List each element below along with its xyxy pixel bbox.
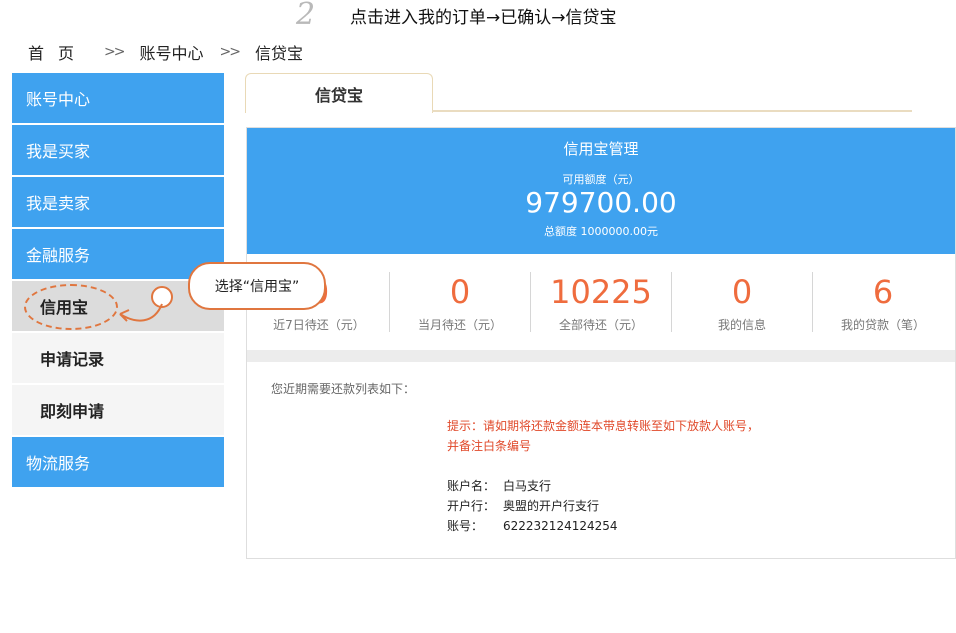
stat-value: 10225 [550, 273, 652, 311]
sidebar-item-account-center[interactable]: 账号中心 [12, 73, 224, 125]
tab-underline [432, 110, 912, 112]
account-name-value: 白马支行 [503, 479, 552, 493]
sidebar-item-buyer[interactable]: 我是买家 [12, 125, 224, 177]
sidebar-subitem-apply-now[interactable]: 即刻申请 [12, 385, 224, 437]
sidebar-item-label: 我是卖家 [26, 194, 91, 213]
sidebar-item-seller[interactable]: 我是卖家 [12, 177, 224, 229]
stat-label: 近7日待还（元） [273, 318, 365, 332]
stat-label: 全部待还（元） [558, 318, 643, 332]
step-instruction: 点击进入我的订单→已确认→信贷宝 [350, 7, 617, 28]
sidebar-item-label: 即刻申请 [40, 402, 105, 421]
pointer-arrow-icon [119, 303, 163, 322]
account-number-label: 账号： [447, 519, 484, 533]
stat-label: 当月待还（元） [417, 318, 502, 332]
stat-my-loans[interactable]: 6 我的贷款（笔） [813, 272, 953, 332]
breadcrumb-account-center[interactable]: 账号中心 [139, 40, 203, 64]
stat-value: 0 [731, 273, 753, 311]
bank-row: 开户行： 奥盟的开户行支行 [447, 496, 618, 516]
sidebar-item-label: 账号中心 [26, 90, 91, 109]
sidebar-subitem-application-records[interactable]: 申请记录 [12, 333, 224, 385]
breadcrumb-current: 信贷宝 [254, 44, 303, 63]
tab-credit[interactable]: 信贷宝 [245, 73, 433, 113]
account-details: 账户名： 白马支行 开户行： 奥盟的开户行支行 账号： 622232124124… [447, 476, 618, 536]
account-name-row: 账户名： 白马支行 [447, 476, 618, 496]
breadcrumb-home[interactable]: 首页 [28, 40, 88, 64]
stats-row: 0 近7日待还（元） 0 当月待还（元） 10225 全部待还（元） 0 我的信… [247, 254, 955, 350]
repayment-notice: 提示：请如期将还款金额连本带息转账至如下放款人账号， 并备注白条编号 [447, 416, 759, 456]
sidebar-item-label: 我是买家 [26, 142, 91, 161]
account-name-label: 账户名： [447, 479, 496, 493]
available-credit-amount: 979700.00 [525, 186, 677, 219]
sidebar-item-label: 申请记录 [40, 350, 105, 369]
stat-label: 我的贷款（笔） [840, 318, 925, 332]
total-credit: 总额度 1000000.00元 [544, 225, 658, 238]
credit-panel: 信用宝管理 可用额度（元） 979700.00 总额度 1000000.00元 … [246, 127, 956, 559]
tab-label: 信贷宝 [314, 85, 363, 105]
stat-month-due[interactable]: 0 当月待还（元） [390, 272, 531, 332]
stat-value: 6 [872, 273, 894, 311]
credit-banner: 信用宝管理 可用额度（元） 979700.00 总额度 1000000.00元 [247, 128, 955, 254]
stat-value: 0 [449, 273, 471, 311]
step-header: 2 点击进入我的订单→已确认→信贷宝 [296, 0, 617, 30]
callout-bubble: 选择“信用宝” [188, 262, 326, 310]
notice-line: 提示：请如期将还款金额连本带息转账至如下放款人账号， [447, 419, 760, 433]
stat-total-due[interactable]: 10225 全部待还（元） [531, 272, 672, 332]
breadcrumb-separator: >> [104, 44, 126, 60]
available-credit-label: 可用额度（元） [562, 173, 640, 186]
breadcrumb-separator: >> [219, 44, 242, 60]
sidebar-item-label: 金融服务 [26, 246, 91, 265]
notice-line: 并备注白条编号 [447, 439, 532, 453]
stat-my-messages[interactable]: 0 我的信息 [672, 272, 813, 332]
repayment-intro: 您近期需要还款列表如下： [271, 382, 416, 396]
sidebar-item-label: 物流服务 [26, 454, 91, 473]
stat-label: 我的信息 [717, 318, 766, 332]
breadcrumb: 首页 >> 账号中心 >> 信贷宝 [28, 40, 303, 64]
callout-text: 选择“信用宝” [214, 279, 300, 295]
account-number-value: 622232124124254 [503, 519, 618, 533]
bank-label: 开户行： [447, 499, 496, 513]
repayment-info: 您近期需要还款列表如下： 提示：请如期将还款金额连本带息转账至如下放款人账号， … [247, 362, 955, 533]
bank-value: 奥盟的开户行支行 [503, 499, 600, 513]
sidebar-item-logistics[interactable]: 物流服务 [12, 437, 224, 487]
step-number: 2 [296, 0, 316, 32]
highlight-circle [24, 284, 118, 330]
section-divider [247, 350, 955, 362]
account-number-row: 账号： 622232124124254 [447, 516, 618, 536]
banner-title: 信用宝管理 [563, 140, 639, 158]
